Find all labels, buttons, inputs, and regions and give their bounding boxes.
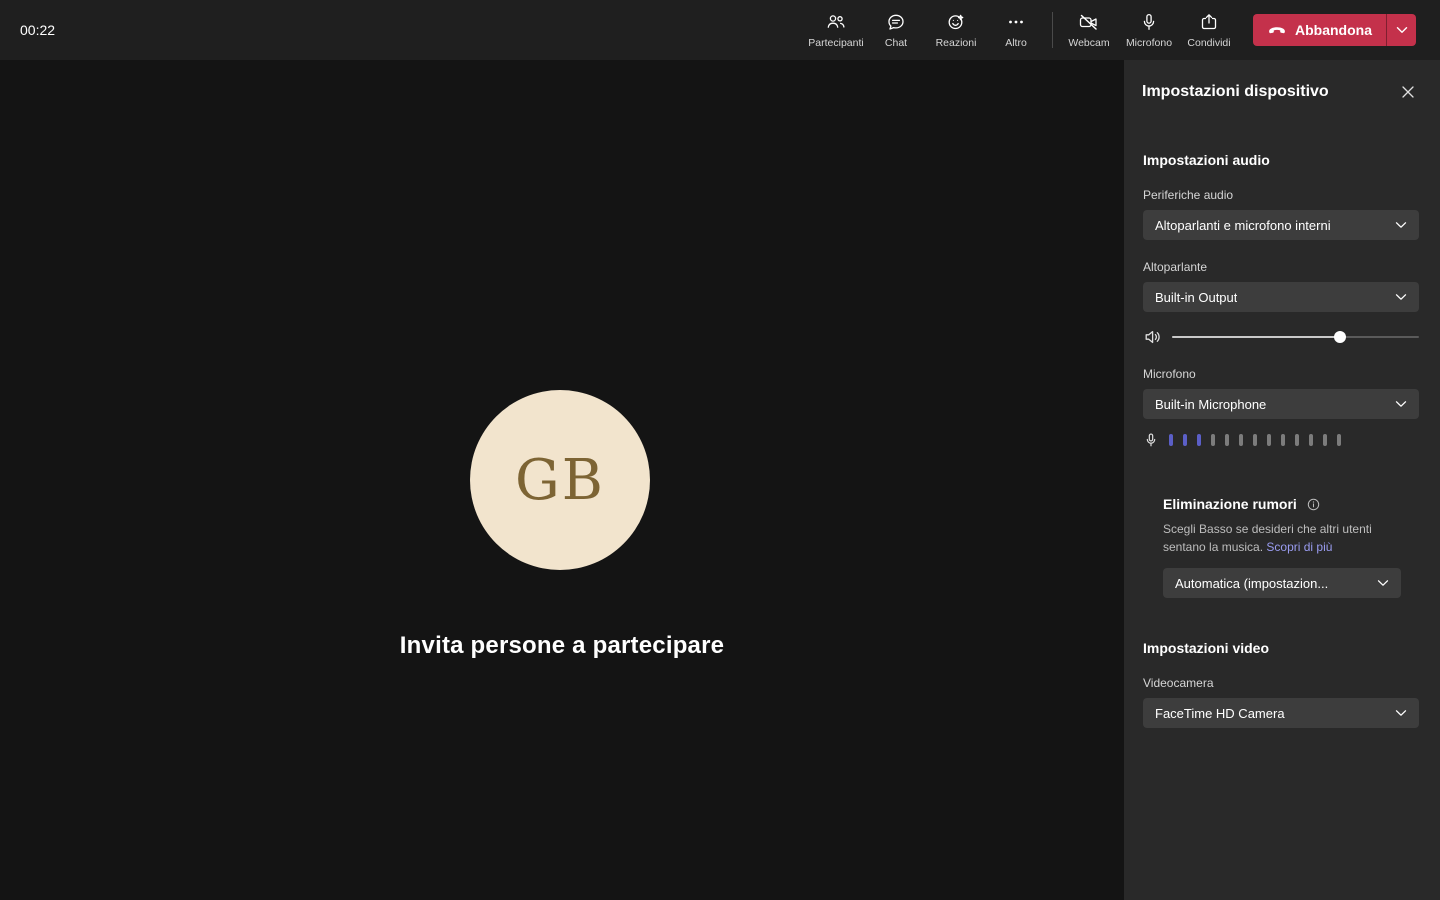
meeting-stage: GB Invita persone a partecipare (0, 60, 1124, 900)
chevron-down-icon (1377, 579, 1389, 587)
speaker-value: Built-in Output (1155, 289, 1238, 305)
volume-slider[interactable] (1172, 331, 1419, 343)
microphone-icon (1139, 12, 1159, 32)
close-panel-button[interactable] (1396, 80, 1420, 104)
mic-level-segment (1183, 434, 1187, 446)
mic-level-segment (1295, 434, 1299, 446)
avatar: GB (470, 390, 650, 570)
mic-level-segment (1281, 434, 1285, 446)
chat-label: Chat (884, 36, 908, 49)
mic-select[interactable]: Built-in Microphone (1143, 389, 1419, 419)
mic-level-segment (1337, 434, 1341, 446)
more-button[interactable]: Altro (986, 0, 1046, 60)
meeting-topbar: 00:22 Partecipanti Chat Reazioni Altro W… (0, 0, 1440, 60)
mic-value: Built-in Microphone (1155, 396, 1267, 412)
leave-split-button: Abbandona (1253, 14, 1416, 46)
share-icon (1199, 12, 1219, 32)
noise-suppression-description: Scegli Basso se desideri che altri utent… (1163, 520, 1395, 556)
webcam-off-icon (1078, 12, 1100, 32)
mic-level-segment (1253, 434, 1257, 446)
mic-level-segment (1309, 434, 1313, 446)
hangup-icon (1267, 20, 1287, 40)
leave-button-label: Abbandona (1295, 22, 1372, 38)
noise-title-row: Eliminazione rumori (1163, 496, 1419, 512)
learn-more-link[interactable]: Scopri di più (1266, 540, 1332, 554)
video-section-title: Impostazioni video (1143, 640, 1270, 656)
speaker-select[interactable]: Built-in Output (1143, 282, 1419, 312)
panel-title: Impostazioni dispositivo (1142, 83, 1329, 100)
leave-button[interactable]: Abbandona (1253, 14, 1386, 46)
speaker-label: Altoparlante (1143, 260, 1208, 274)
info-icon[interactable] (1307, 498, 1320, 511)
mic-level-segment (1197, 434, 1201, 446)
audio-devices-label: Periferiche audio (1143, 188, 1234, 202)
speaker-icon (1143, 327, 1163, 347)
mic-level-segment (1267, 434, 1271, 446)
noise-suppression-select[interactable]: Automatica (impostazion... (1163, 568, 1401, 598)
noise-suppression-title: Eliminazione rumori (1163, 496, 1297, 512)
meeting-timer: 00:22 (20, 22, 56, 38)
speaker-volume-row (1143, 327, 1419, 347)
device-settings-panel: Impostazioni dispositivo Impostazioni au… (1124, 60, 1440, 900)
share-label: Condividi (1187, 36, 1231, 49)
volume-slider-fill (1172, 336, 1340, 338)
close-icon (1402, 86, 1414, 98)
mic-level-segment (1169, 434, 1173, 446)
leave-options-button[interactable] (1386, 14, 1416, 46)
toolbar-divider (1052, 12, 1053, 48)
panel-body: Impostazioni audio Periferiche audio Alt… (1124, 152, 1440, 728)
chevron-down-icon (1396, 26, 1408, 34)
audio-section-title: Impostazioni audio (1143, 152, 1270, 168)
webcam-button[interactable]: Webcam (1059, 0, 1119, 60)
volume-slider-handle[interactable] (1333, 331, 1346, 343)
chat-icon (886, 12, 906, 32)
mic-level-row (1143, 432, 1419, 448)
people-icon (826, 12, 846, 32)
mic-level-segment (1239, 434, 1243, 446)
share-button[interactable]: Condividi (1179, 0, 1239, 60)
reactions-button[interactable]: Reazioni (926, 0, 986, 60)
chat-button[interactable]: Chat (866, 0, 926, 60)
mic-label: Microfono (1143, 367, 1196, 381)
reactions-icon (946, 12, 966, 32)
invite-people-text: Invita persone a partecipare (399, 632, 725, 659)
camera-select[interactable]: FaceTime HD Camera (1143, 698, 1419, 728)
meeting-toolbar: Partecipanti Chat Reazioni Altro Webcam … (806, 0, 1239, 60)
microphone-label: Microfono (1125, 36, 1173, 49)
camera-label: Videocamera (1143, 676, 1214, 690)
audio-devices-select[interactable]: Altoparlanti e microfono interni (1143, 210, 1419, 240)
participants-label: Partecipanti (808, 36, 864, 49)
chevron-down-icon (1395, 293, 1407, 301)
mic-level-meter (1169, 434, 1341, 446)
mic-level-segment (1225, 434, 1229, 446)
mic-level-segment (1323, 434, 1327, 446)
chevron-down-icon (1395, 709, 1407, 717)
chevron-down-icon (1395, 400, 1407, 408)
participants-button[interactable]: Partecipanti (806, 0, 866, 60)
avatar-initials: GB (515, 447, 605, 513)
audio-devices-value: Altoparlanti e microfono interni (1155, 217, 1331, 233)
more-label: Altro (1005, 36, 1027, 49)
webcam-label: Webcam (1068, 36, 1110, 49)
reactions-label: Reazioni (935, 36, 977, 49)
more-icon (1006, 12, 1026, 32)
panel-header: Impostazioni dispositivo (1124, 60, 1440, 124)
microphone-button[interactable]: Microfono (1119, 0, 1179, 60)
noise-suppression-block: Eliminazione rumori Scegli Basso se desi… (1163, 496, 1419, 598)
noise-suppression-value: Automatica (impostazion... (1175, 575, 1329, 591)
mic-level-icon (1143, 432, 1159, 448)
camera-value: FaceTime HD Camera (1155, 705, 1285, 721)
mic-level-segment (1211, 434, 1215, 446)
chevron-down-icon (1395, 221, 1407, 229)
